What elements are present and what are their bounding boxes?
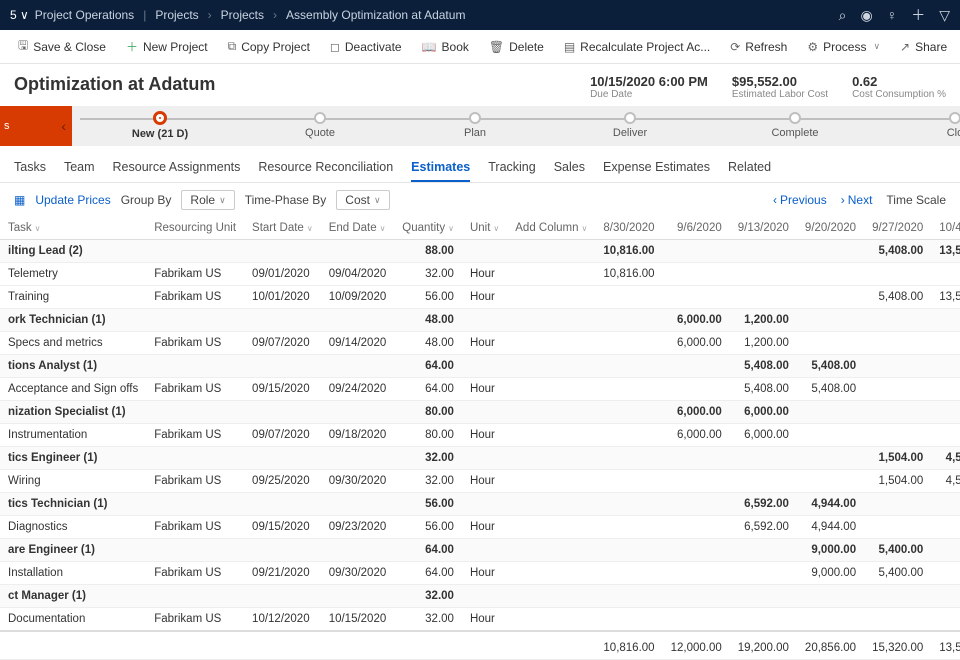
time-phase-label: Time-Phase By [245,193,327,207]
crumb-0[interactable]: Projects [155,8,198,22]
task-row[interactable]: DiagnosticsFabrikam US09/15/202009/23/20… [0,516,960,539]
tab-resource-reconciliation[interactable]: Resource Reconciliation [258,154,393,182]
col-date-5[interactable]: 10/4/2020 [931,217,960,240]
bpf-collapse[interactable]: s‹ [0,106,72,146]
group-by-select[interactable]: Role∨ [181,190,234,210]
refresh-button[interactable]: ⟳Refresh [722,36,795,58]
book-button[interactable]: 📖Book [414,36,477,58]
group-row[interactable]: are Engineer (1)64.009,000.005,400.00 [0,539,960,562]
header-metric-2: 0.62Cost Consumption % [852,74,946,100]
col-date-4[interactable]: 9/27/2020 [864,217,931,240]
col-end-date[interactable]: End Date∨ [321,217,395,240]
task-row[interactable]: InstrumentationFabrikam US09/07/202009/1… [0,424,960,447]
group-row[interactable]: nization Specialist (1)80.006,000.006,00… [0,401,960,424]
delete-button[interactable]: 🗑Delete [481,36,552,58]
previous-button[interactable]: ‹ Previous [773,193,827,207]
page-title: Optimization at Adatum [14,74,590,95]
col-date-1[interactable]: 9/6/2020 [663,217,730,240]
bpf-stage-1[interactable]: Quote [290,106,350,146]
col-start-date[interactable]: Start Date∨ [244,217,321,240]
group-row[interactable]: tics Engineer (1)32.001,504.004,512.00 [0,447,960,470]
estimates-toolbar: ▦ Update Prices Group By Role∨ Time-Phas… [0,183,960,217]
tab-estimates[interactable]: Estimates [411,154,470,182]
task-row[interactable]: Specs and metricsFabrikam US09/07/202009… [0,332,960,355]
update-prices-button[interactable]: Update Prices [35,193,110,207]
task-row[interactable]: InstallationFabrikam US09/21/202009/30/2… [0,562,960,585]
totals-row: 10,816.0012,000.0019,200.0020,856.0015,3… [0,631,960,660]
bulb-icon[interactable]: ♀ [887,7,898,23]
col-resourcing-unit[interactable]: Resourcing Unit [146,217,244,240]
task-row[interactable]: TrainingFabrikam US10/01/202010/09/20205… [0,286,960,309]
tab-sales[interactable]: Sales [554,154,585,182]
col-date-0[interactable]: 8/30/2020 [595,217,662,240]
time-phase-select[interactable]: Cost∨ [336,190,389,210]
topbar: 5 ∨ Project Operations | Projects › Proj… [0,0,960,30]
deactivate-button[interactable]: ◻Deactivate [322,36,410,58]
group-row[interactable]: tics Technician (1)56.006,592.004,944.00 [0,493,960,516]
crumb-1[interactable]: Projects [221,8,264,22]
col-add-column[interactable]: Add Column∨ [507,217,595,240]
bpf-stage-bar: s‹ New (21 D) Quote Plan Deliver Complete Clo [0,106,960,146]
group-row[interactable]: ork Technician (1)48.006,000.001,200.00 [0,309,960,332]
task-row[interactable]: TelemetryFabrikam US09/01/202009/04/2020… [0,263,960,286]
crumb-2[interactable]: Assembly Optimization at Adatum [286,8,465,22]
task-row[interactable]: DocumentationFabrikam US10/12/202010/15/… [0,608,960,632]
record-header: Optimization at Adatum 10/15/2020 6:00 P… [0,64,960,106]
task-row[interactable]: WiringFabrikam US09/25/202009/30/202032.… [0,470,960,493]
tab-expense-estimates[interactable]: Expense Estimates [603,154,710,182]
search-icon[interactable]: ⌕ [839,7,847,24]
group-row[interactable]: ilting Lead (2)88.0010,816.005,408.0013,… [0,240,960,263]
add-icon[interactable]: ＋ [911,5,925,25]
filter-icon[interactable]: ▽ [939,7,950,24]
group-row[interactable]: ct Manager (1)32.00 [0,585,960,608]
estimates-grid: Task∨Resourcing UnitStart Date∨End Date∨… [0,217,960,660]
task-icon[interactable]: ◉ [861,7,873,24]
next-button[interactable]: › Next [841,193,873,207]
group-by-label: Group By [121,193,172,207]
header-metric-1: $95,552.00Estimated Labor Cost [732,74,828,100]
bpf-stage-0[interactable]: New (21 D) [130,106,190,146]
col-quantity[interactable]: Quantity∨ [394,217,462,240]
tab-team[interactable]: Team [64,154,95,182]
col-date-2[interactable]: 9/13/2020 [730,217,797,240]
time-scale-label: Time Scale [886,193,946,207]
tab-tracking[interactable]: Tracking [488,154,535,182]
app-name[interactable]: Project Operations [35,8,134,22]
bpf-stage-4[interactable]: Complete [765,106,825,146]
command-bar: 🖫Save & Close ＋New Project ⧉Copy Project… [0,30,960,64]
col-unit[interactable]: Unit∨ [462,217,507,240]
header-metric-0: 10/15/2020 6:00 PMDue Date [590,74,708,100]
save-close-button[interactable]: 🖫Save & Close [10,32,114,61]
task-row[interactable]: Acceptance and Sign offsFabrikam US09/15… [0,378,960,401]
share-button[interactable]: ↗Share [892,36,955,58]
col-date-3[interactable]: 9/20/2020 [797,217,864,240]
bpf-stage-3[interactable]: Deliver [600,106,660,146]
process-button[interactable]: ⚙Process∨ [799,36,888,58]
bpf-stage-2[interactable]: Plan [445,106,505,146]
tab-resource-assignments[interactable]: Resource Assignments [113,154,241,182]
copy-project-button[interactable]: ⧉Copy Project [220,35,318,58]
group-row[interactable]: tions Analyst (1)64.005,408.005,408.00 [0,355,960,378]
new-project-button[interactable]: ＋New Project [118,34,216,59]
recalculate-button[interactable]: ▤Recalculate Project Ac... [556,36,718,58]
col-task[interactable]: Task∨ [0,217,146,240]
form-tabs: Tasks Team Resource Assignments Resource Re… [0,146,960,183]
grid-options-icon[interactable]: ▦ [14,193,25,207]
bpf-stage-5[interactable]: Clo [925,106,960,146]
tab-related[interactable]: Related [728,154,771,182]
app-switcher[interactable]: 5 ∨ [10,8,29,22]
tab-tasks[interactable]: Tasks [14,154,46,182]
